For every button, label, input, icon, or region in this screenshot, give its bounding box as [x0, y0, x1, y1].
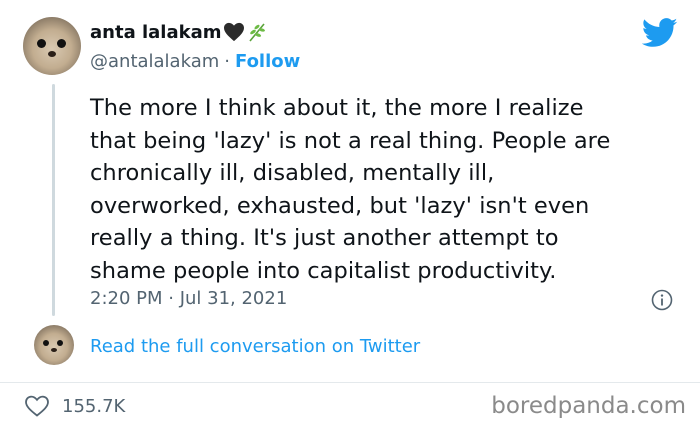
divider [0, 382, 700, 383]
user-handle[interactable]: @antalalakam [90, 51, 219, 72]
tweet-text: The more I think about it, the more I re… [90, 95, 611, 284]
avatar-nose [48, 51, 56, 57]
avatar-eye [57, 340, 63, 346]
read-conversation-link[interactable]: Read the full conversation on Twitter [90, 336, 420, 357]
heart-outline-icon[interactable] [24, 394, 50, 418]
avatar-small[interactable] [34, 325, 74, 365]
avatar-eye [43, 340, 49, 346]
thread-line [52, 84, 55, 316]
avatar-eye [57, 39, 66, 48]
display-name-row[interactable]: anta lalakam [90, 21, 267, 43]
handle-row: @antalalakam · Follow [90, 51, 300, 72]
like-group[interactable]: 155.7K [24, 394, 125, 418]
avatar-eye [37, 39, 46, 48]
separator-dot: · [224, 51, 230, 72]
like-count: 155.7K [62, 395, 126, 417]
display-name[interactable]: anta lalakam [90, 22, 221, 43]
twitter-bird-icon[interactable] [642, 18, 678, 48]
avatar-nose [51, 348, 57, 352]
avatar[interactable] [23, 17, 81, 75]
watermark: boredpanda.com [491, 393, 686, 419]
black-heart-icon [224, 22, 245, 42]
info-icon[interactable] [651, 289, 673, 311]
sprout-icon [249, 23, 266, 42]
tweet-timestamp[interactable]: 2:20 PM · Jul 31, 2021 [90, 288, 287, 309]
follow-button[interactable]: Follow [235, 51, 300, 72]
